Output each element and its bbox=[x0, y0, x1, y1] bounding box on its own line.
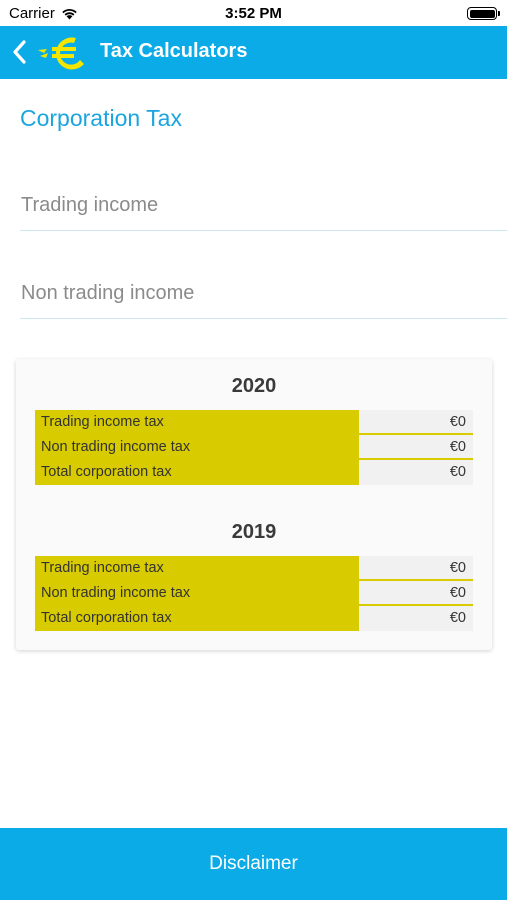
results-table-2020: Trading income tax €0 Non trading income… bbox=[35, 410, 473, 485]
chevron-left-icon bbox=[13, 40, 26, 64]
disclaimer-button[interactable]: Disclaimer bbox=[0, 828, 507, 900]
non-trading-income-field bbox=[20, 269, 507, 319]
row-value: €0 bbox=[359, 410, 473, 435]
nav-title: Tax Calculators bbox=[100, 40, 248, 62]
row-label: Non trading income tax bbox=[35, 581, 359, 606]
nav-bar: Tax Calculators bbox=[0, 26, 507, 79]
trading-income-field bbox=[20, 181, 507, 231]
euro-logo-icon bbox=[38, 37, 84, 70]
table-row: Non trading income tax €0 bbox=[35, 435, 473, 460]
year-heading-2020: 2020 bbox=[231, 375, 277, 397]
row-value: €0 bbox=[359, 581, 473, 606]
table-row: Total corporation tax €0 bbox=[35, 606, 473, 631]
year-heading-2019: 2019 bbox=[231, 521, 277, 543]
battery-icon bbox=[467, 7, 500, 20]
page-title: Corporation Tax bbox=[20, 105, 182, 131]
non-trading-income-input[interactable] bbox=[20, 269, 507, 318]
row-label: Non trading income tax bbox=[35, 435, 359, 460]
back-button[interactable] bbox=[8, 38, 30, 66]
table-row: Trading income tax €0 bbox=[35, 410, 473, 435]
row-label: Trading income tax bbox=[35, 556, 359, 581]
table-row: Total corporation tax €0 bbox=[35, 460, 473, 485]
row-value: €0 bbox=[359, 460, 473, 485]
table-row: Trading income tax €0 bbox=[35, 556, 473, 581]
clock: 3:52 PM bbox=[225, 5, 282, 22]
row-value: €0 bbox=[359, 606, 473, 631]
disclaimer-label: Disclaimer bbox=[209, 853, 298, 874]
row-value: €0 bbox=[359, 556, 473, 581]
results-card: 2020 Trading income tax €0 Non trading i… bbox=[16, 359, 492, 650]
results-table-2019: Trading income tax €0 Non trading income… bbox=[35, 556, 473, 631]
trading-income-input[interactable] bbox=[20, 181, 507, 230]
row-label: Trading income tax bbox=[35, 410, 359, 435]
row-label: Total corporation tax bbox=[35, 460, 359, 485]
table-row: Non trading income tax €0 bbox=[35, 581, 473, 606]
status-bar: Carrier 3:52 PM bbox=[0, 0, 507, 26]
row-label: Total corporation tax bbox=[35, 606, 359, 631]
row-value: €0 bbox=[359, 435, 473, 460]
